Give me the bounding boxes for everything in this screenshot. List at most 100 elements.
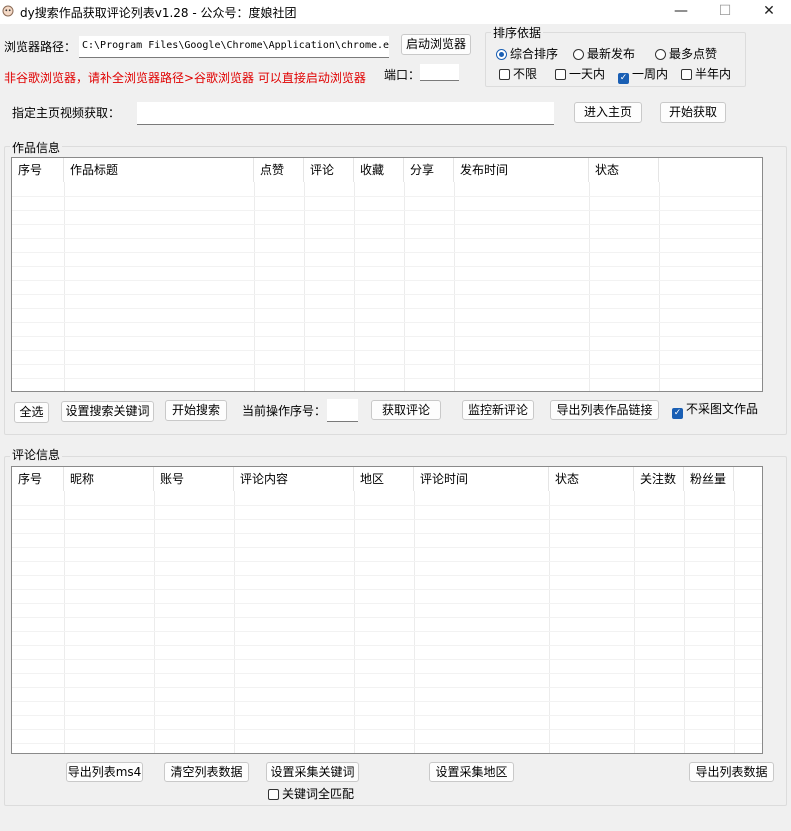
grid-column-line	[64, 491, 65, 753]
column-header[interactable]: 账号	[154, 467, 234, 491]
get-comments-button[interactable]: 获取评论	[371, 400, 441, 420]
column-header[interactable]: 昵称	[64, 467, 154, 491]
column-header[interactable]: 收藏	[354, 158, 404, 182]
checkbox-icon	[268, 789, 279, 800]
grid-row-line	[12, 561, 762, 562]
grid-row-line	[12, 729, 762, 730]
grid-column-line	[684, 491, 685, 753]
grid-row-line	[12, 603, 762, 604]
launch-browser-button[interactable]: 启动浏览器	[401, 34, 471, 55]
grid-row-line	[12, 196, 762, 197]
time-filter-label: 一周内	[632, 67, 669, 81]
column-header[interactable]: 评论内容	[234, 467, 354, 491]
time-filter-any[interactable]: 不限	[499, 67, 537, 81]
sort-option-comprehensive[interactable]: 综合排序	[496, 47, 558, 61]
checkbox-label: 不采图文作品	[686, 402, 759, 416]
port-input[interactable]	[420, 64, 459, 81]
grid-row-line	[12, 659, 762, 660]
grid-column-line	[589, 182, 590, 391]
keyword-full-match-checkbox[interactable]: 关键词全匹配	[268, 787, 354, 801]
current-index-input[interactable]	[327, 399, 358, 422]
grid-column-line	[354, 491, 355, 753]
works-table[interactable]: 序号 作品标题 点赞 评论 收藏 分享 发布时间 状态	[11, 157, 763, 392]
radio-selected-icon	[496, 49, 507, 60]
grid-column-line	[414, 491, 415, 753]
monitor-comments-button[interactable]: 监控新评论	[462, 400, 534, 420]
checkbox-checked-icon: ✓	[618, 73, 629, 84]
grid-column-line	[734, 491, 735, 753]
start-fetch-button[interactable]: 开始获取	[660, 102, 726, 123]
browser-warning-text: 非谷歌浏览器，请补全浏览器路径>谷歌浏览器 可以直接启动浏览器	[4, 71, 366, 85]
window-title: dy搜索作品获取评论列表v1.28 - 公众号：度娘社团	[20, 6, 297, 20]
grid-row-line	[12, 645, 762, 646]
set-collect-keywords-button[interactable]: 设置采集关键词	[266, 762, 359, 782]
browser-path-input[interactable]: C:\Program Files\Google\Chrome\Applicati…	[79, 36, 389, 58]
time-filter-day[interactable]: 一天内	[555, 67, 605, 81]
current-index-label: 当前操作序号：	[242, 404, 327, 418]
grid-column-line	[304, 182, 305, 391]
column-header[interactable]: 发布时间	[454, 158, 589, 182]
column-header[interactable]: 点赞	[254, 158, 304, 182]
grid-column-line	[64, 182, 65, 391]
column-header[interactable]: 关注数	[634, 467, 684, 491]
grid-column-line	[549, 491, 550, 753]
column-header[interactable]: 状态	[589, 158, 659, 182]
comments-table[interactable]: 序号 昵称 账号 评论内容 地区 评论时间 状态 关注数 粉丝量	[11, 466, 763, 754]
minimize-button[interactable]: —	[658, 0, 704, 24]
close-button[interactable]: ✕	[746, 0, 791, 24]
grid-row-line	[12, 673, 762, 674]
checkbox-checked-icon: ✓	[672, 408, 683, 419]
column-header[interactable]: 评论时间	[414, 467, 549, 491]
grid-row-line	[12, 378, 762, 379]
time-filter-half-year[interactable]: 半年内	[681, 67, 731, 81]
set-collect-region-button[interactable]: 设置采集地区	[429, 762, 514, 782]
export-list-button[interactable]: 导出列表数据	[689, 762, 774, 782]
grid-row-line	[12, 336, 762, 337]
column-header[interactable]: 评论	[304, 158, 354, 182]
column-header[interactable]: 分享	[404, 158, 454, 182]
grid-row-line	[12, 715, 762, 716]
column-header[interactable]: 作品标题	[64, 158, 254, 182]
grid-row-line	[12, 252, 762, 253]
column-header[interactable]: 粉丝量	[684, 467, 734, 491]
column-header[interactable]: 序号	[12, 158, 64, 182]
grid-row-line	[12, 701, 762, 702]
comments-group-title: 评论信息	[10, 446, 63, 463]
start-search-button[interactable]: 开始搜索	[165, 400, 227, 421]
grid-column-line	[154, 491, 155, 753]
grid-row-line	[12, 519, 762, 520]
time-filter-label: 一天内	[569, 67, 606, 81]
grid-column-line	[454, 182, 455, 391]
clear-list-button[interactable]: 清空列表数据	[164, 762, 249, 782]
sort-option-most-likes[interactable]: 最多点赞	[655, 47, 717, 61]
grid-row-line	[12, 547, 762, 548]
skip-image-posts-checkbox[interactable]: ✓ 不采图文作品	[672, 402, 758, 419]
select-all-button[interactable]: 全选	[14, 402, 49, 423]
grid-row-line	[12, 224, 762, 225]
grid-column-line	[234, 491, 235, 753]
works-group-title: 作品信息	[10, 139, 63, 156]
grid-row-line	[12, 687, 762, 688]
browser-path-label: 浏览器路径：	[4, 40, 77, 54]
sort-group-title: 排序依据	[491, 24, 544, 41]
homepage-input[interactable]	[137, 102, 554, 125]
grid-row-line	[12, 294, 762, 295]
maximize-button[interactable]: ☐	[702, 0, 748, 24]
column-header[interactable]: 地区	[354, 467, 414, 491]
grid-row-line	[12, 350, 762, 351]
column-header[interactable]: 序号	[12, 467, 64, 491]
enter-homepage-button[interactable]: 进入主页	[574, 102, 642, 123]
sort-option-label: 最新发布	[587, 47, 636, 61]
export-ms4-button[interactable]: 导出列表ms4	[66, 762, 143, 782]
grid-row-line	[12, 364, 762, 365]
set-search-keywords-button[interactable]: 设置搜索关键词	[61, 401, 154, 422]
grid-row-line	[12, 210, 762, 211]
grid-row-line	[12, 322, 762, 323]
time-filter-label: 不限	[513, 67, 538, 81]
export-work-links-button[interactable]: 导出列表作品链接	[550, 400, 659, 420]
time-filter-week[interactable]: ✓ 一周内	[618, 67, 668, 84]
grid-column-line	[634, 491, 635, 753]
sort-option-latest[interactable]: 最新发布	[573, 47, 635, 61]
column-header[interactable]: 状态	[549, 467, 634, 491]
grid-row-line	[12, 743, 762, 744]
